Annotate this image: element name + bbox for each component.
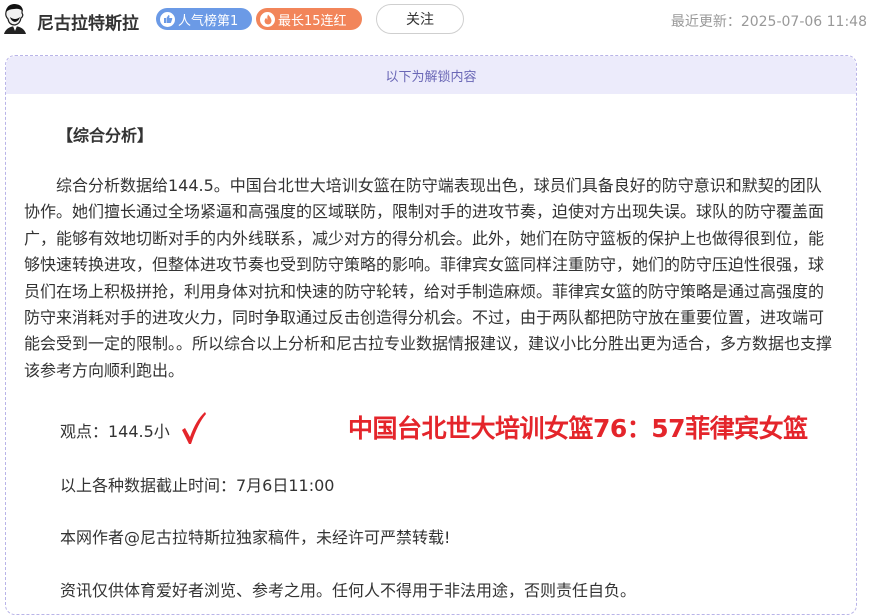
section-title: 【综合分析】 xyxy=(57,126,154,145)
prediction-viewpoint: 观点：144.5小 xyxy=(60,422,170,441)
disclaimer-notice: 资讯仅供体育爱好者浏览、参考之用。任何人不得用于非法用途，否则责任自负。 xyxy=(60,581,637,600)
data-cutoff-time: 以上各种数据截止时间：7月6日11:00 xyxy=(60,476,335,495)
analysis-paragraph: 综合分析数据给144.5。中国台北世大培训女篮在防守端表现出色，球员们具备良好的… xyxy=(24,176,833,380)
winning-streak-label: 最长15连红 xyxy=(278,13,347,29)
winning-streak-badge: 最长15连红 xyxy=(256,8,362,30)
author-header: 尼古拉特斯拉 人气榜第1 最长15连红 关注 最近更新：2025-07-06 1… xyxy=(0,0,874,44)
follow-button[interactable]: 关注 xyxy=(376,4,464,34)
author-name[interactable]: 尼古拉特斯拉 xyxy=(37,9,139,34)
flame-icon xyxy=(260,11,275,27)
last-updated-time: 最近更新：2025-07-06 11:48 xyxy=(670,14,867,30)
unlocked-content-label: 以下为解锁内容 xyxy=(385,69,477,85)
thumbs-up-icon xyxy=(160,11,175,27)
copyright-notice: 本网作者@尼古拉特斯拉独家稿件，未经许可严禁转载! xyxy=(60,528,451,547)
match-result: 中国台北世大培训女篮76：57菲律宾女篮 xyxy=(348,414,808,443)
red-check-icon xyxy=(182,412,206,444)
popularity-rank-badge: 人气榜第1 xyxy=(156,8,252,30)
avatar[interactable] xyxy=(0,2,28,34)
unlocked-content-banner: 以下为解锁内容 xyxy=(6,56,856,94)
popularity-rank-label: 人气榜第1 xyxy=(178,13,239,29)
